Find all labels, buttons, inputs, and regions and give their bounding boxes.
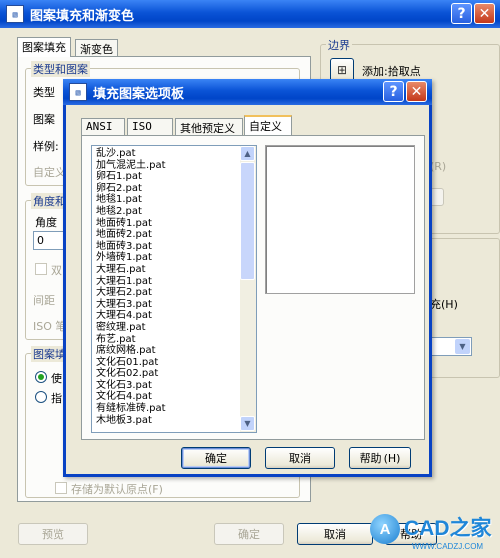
custom-pattern-label: 自定义: [33, 166, 66, 179]
pattern-list-item[interactable]: 大理石.pat: [92, 264, 240, 276]
store-default-origin-checkbox[interactable]: [55, 482, 67, 494]
remove-boundaries-hotkey: (R): [430, 160, 447, 173]
pattern-list-item[interactable]: 加气混泥土.pat: [92, 160, 240, 172]
watermark-logo-text: CAD之家: [404, 517, 492, 540]
main-title: 图案填充和渐变色: [30, 8, 135, 24]
cad-home-watermark: A CAD之家 WWW.CADZJ.COM: [368, 508, 500, 558]
pattern-list-item[interactable]: 文化石01.pat: [92, 357, 240, 369]
cad-logo-icon: A: [370, 514, 400, 544]
use-current-origin-label: 使: [51, 372, 62, 385]
palette-app-icon: ▧: [69, 83, 87, 101]
palette-cancel-button[interactable]: 取消: [265, 447, 335, 469]
pattern-list-item[interactable]: 文化石02.pat: [92, 368, 240, 380]
ok-button[interactable]: 确定: [214, 523, 284, 545]
specify-origin-label: 指: [51, 392, 62, 405]
pattern-list-item[interactable]: 乱沙.pat: [92, 148, 240, 160]
pattern-list-item[interactable]: 卵石1.pat: [92, 171, 240, 183]
palette-close-title-button[interactable]: ✕: [406, 81, 427, 102]
fill-label: 充(H): [430, 298, 458, 311]
store-default-hotkey: (F): [148, 483, 163, 496]
palette-help-label: 帮助: [359, 452, 382, 465]
palette-help-title-button[interactable]: ?: [383, 81, 404, 102]
help-title-button[interactable]: ?: [451, 3, 472, 24]
palette-help-hotkey: (H): [383, 451, 401, 465]
pattern-list-item[interactable]: 密纹理.pat: [92, 322, 240, 334]
double-checkbox[interactable]: [35, 263, 47, 275]
scroll-up-icon[interactable]: ▲: [240, 146, 255, 161]
tab-gradient[interactable]: 渐变色: [75, 39, 118, 57]
palette-title-bar: ▧ 填充图案选项板 ? ✕: [63, 79, 432, 105]
pattern-preview-box: [265, 145, 415, 294]
pattern-list-item[interactable]: 有缝标准砖.pat: [92, 403, 240, 415]
boundary-group-label: 边界: [326, 37, 352, 53]
close-title-button[interactable]: ✕: [474, 3, 495, 24]
tab-ansi[interactable]: ANSI: [81, 118, 125, 136]
watermark-url: WWW.CADZJ.COM: [412, 542, 484, 551]
palette-help-button[interactable]: 帮助 (H): [349, 447, 411, 469]
angle-label: 角度: [35, 216, 57, 229]
pattern-list-item[interactable]: 文化石4.pat: [92, 391, 240, 403]
pattern-list-item[interactable]: 大理石1.pat: [92, 276, 240, 288]
scroll-thumb[interactable]: [240, 162, 255, 280]
pattern-list-item[interactable]: 文化石3.pat: [92, 380, 240, 392]
type-label: 类型: [33, 86, 55, 99]
angle-value: 0: [37, 234, 44, 247]
pattern-list-item[interactable]: 大理石3.pat: [92, 299, 240, 311]
pattern-list-item[interactable]: 席纹网格.pat: [92, 345, 240, 357]
type-pattern-group-label: 类型和图案: [31, 61, 90, 77]
fill-hotkey: (H): [441, 298, 458, 311]
use-current-origin-radio[interactable]: [35, 371, 47, 383]
pattern-list-item[interactable]: 地面砖2.pat: [92, 229, 240, 241]
pattern-list-item[interactable]: 布艺.pat: [92, 334, 240, 346]
pattern-list-item[interactable]: 卵石2.pat: [92, 183, 240, 195]
tab-custom[interactable]: 自定义: [244, 115, 292, 135]
tab-hatch[interactable]: 图案填充: [17, 37, 71, 57]
cancel-button[interactable]: 取消: [297, 523, 373, 545]
scroll-down-icon[interactable]: ▼: [240, 416, 255, 431]
custom-pattern-list[interactable]: 乱沙.pat 加气混泥土.pat 卵石1.pat 卵石2.pat 地毯1.pat 地毯2.…: [91, 145, 257, 433]
iso-pen-width-label: ISO 笔: [33, 320, 67, 333]
store-default-origin-label: 存储为默认原点(F): [71, 483, 163, 496]
main-title-bar: ▧ 图案填充和渐变色 ? ✕: [0, 0, 500, 28]
pattern-list-item[interactable]: 大理石2.pat: [92, 287, 240, 299]
palette-title: 填充图案选项板: [93, 86, 185, 102]
add-pick-points-label: 添加:拾取点: [362, 65, 421, 78]
pattern-list-item[interactable]: 地面砖1.pat: [92, 218, 240, 230]
pattern-list-item[interactable]: 地毯1.pat: [92, 194, 240, 206]
double-label: 双: [51, 264, 62, 277]
boundary-aux-button[interactable]: [430, 188, 444, 206]
pattern-list-item[interactable]: 大理石4.pat: [92, 310, 240, 322]
hatch-app-icon: ▧: [6, 5, 24, 23]
pattern-list-item[interactable]: 木地板3.pat: [92, 415, 240, 427]
spacing-label: 间距: [33, 294, 55, 307]
sample-label: 样例:: [33, 140, 59, 153]
pattern-list-item[interactable]: 地毯2.pat: [92, 206, 240, 218]
preview-button[interactable]: 预览: [18, 523, 88, 545]
pattern-items: 乱沙.pat 加气混泥土.pat 卵石1.pat 卵石2.pat 地毯1.pat 地毯2.…: [92, 148, 240, 426]
pattern-label: 图案: [33, 113, 55, 126]
tab-other-predefined[interactable]: 其他预定义: [175, 118, 243, 136]
tab-iso[interactable]: ISO: [127, 118, 173, 136]
pattern-list-item[interactable]: 外墙砖1.pat: [92, 252, 240, 264]
hatch-palette-dialog: ▧ 填充图案选项板 ? ✕ ANSI ISO 其他预定义 自定义 乱沙.pat 加…: [63, 79, 432, 477]
palette-ok-button[interactable]: 确定: [181, 447, 251, 469]
pattern-list-item[interactable]: 地面砖3.pat: [92, 241, 240, 253]
specify-origin-radio[interactable]: [35, 391, 47, 403]
pattern-list-scrollbar[interactable]: ▲ ▼: [240, 146, 256, 432]
pick-points-icon: ⊞: [336, 63, 348, 77]
chevron-down-icon: ▼: [455, 339, 470, 354]
draw-order-combo[interactable]: ▼: [430, 337, 472, 356]
